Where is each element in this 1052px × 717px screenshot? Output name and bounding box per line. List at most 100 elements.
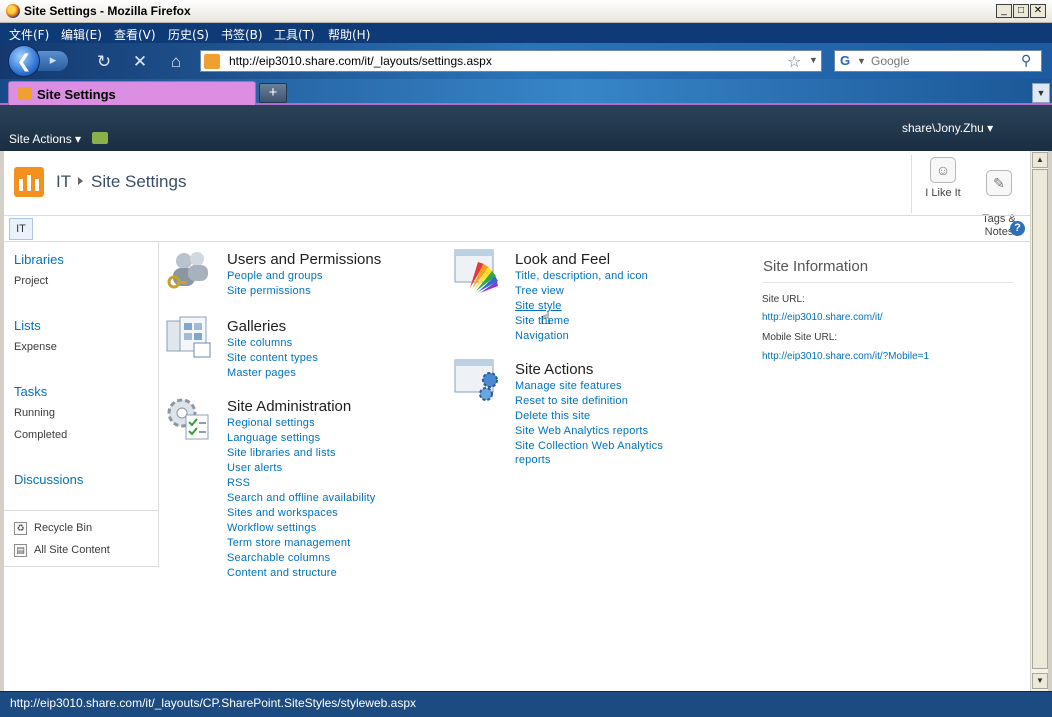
- tab-it[interactable]: IT: [9, 218, 33, 240]
- link-language-settings[interactable]: Language settings: [227, 432, 320, 444]
- link-site-libraries-lists[interactable]: Site libraries and lists: [227, 447, 336, 459]
- scroll-down-icon[interactable]: ▼: [1032, 673, 1048, 689]
- bookmark-star-icon[interactable]: ☆: [787, 52, 801, 72]
- search-input[interactable]: [871, 53, 1021, 69]
- link-tree-view[interactable]: Tree view: [515, 285, 564, 297]
- link-master-pages[interactable]: Master pages: [227, 367, 296, 379]
- link-site-web-analytics[interactable]: Site Web Analytics reports: [515, 425, 648, 437]
- nav-recycle-bin[interactable]: Recycle Bin: [34, 522, 92, 534]
- link-site-columns[interactable]: Site columns: [227, 337, 292, 349]
- site-logo[interactable]: [14, 167, 44, 197]
- status-text: http://eip3010.share.com/it/_layouts/CP.…: [10, 696, 417, 710]
- tab-list-button[interactable]: ▼: [1032, 83, 1050, 103]
- link-term-store[interactable]: Term store management: [227, 537, 350, 549]
- tab-label: Site Settings: [37, 87, 116, 102]
- back-button[interactable]: ❮: [8, 45, 40, 77]
- vertical-scrollbar[interactable]: ▲ ▼: [1030, 151, 1048, 691]
- link-sites-workspaces[interactable]: Sites and workspaces: [227, 507, 338, 519]
- link-workflow-settings[interactable]: Workflow settings: [227, 522, 316, 534]
- tab-site-settings[interactable]: Site Settings: [8, 81, 256, 105]
- site-favicon: [204, 54, 220, 69]
- search-box[interactable]: G ▼ ⚲: [834, 50, 1042, 72]
- link-searchable-columns[interactable]: Searchable columns: [227, 552, 330, 564]
- search-engine-dropdown-icon[interactable]: ▼: [857, 56, 866, 66]
- mobile-site-url-label: Mobile Site URL:: [762, 332, 838, 343]
- user-menu[interactable]: share\Jony.Zhu ▾: [902, 121, 993, 135]
- section-title-site-actions: Site Actions: [515, 361, 594, 378]
- menu-tools[interactable]: 工具(T): [274, 26, 315, 43]
- link-content-structure[interactable]: Content and structure: [227, 567, 337, 579]
- nav-lists[interactable]: Lists: [14, 318, 41, 333]
- tab-favicon: [18, 87, 32, 100]
- link-user-alerts[interactable]: User alerts: [227, 462, 282, 474]
- url-text[interactable]: http://eip3010.share.com/it/_layouts/set…: [229, 54, 492, 68]
- site-actions-icon: [454, 359, 498, 401]
- menu-bookmarks[interactable]: 书签(B): [221, 26, 263, 43]
- user-name: share\Jony.Zhu: [902, 121, 984, 135]
- maximize-button[interactable]: □: [1013, 4, 1029, 18]
- link-site-collection-web-analytics-reports[interactable]: reports: [515, 454, 551, 466]
- nav-all-site-content[interactable]: All Site Content: [34, 544, 110, 556]
- site-information-title: Site Information: [763, 258, 869, 275]
- galleries-icon: [166, 316, 211, 358]
- link-people-groups[interactable]: People and groups: [227, 270, 323, 282]
- link-site-permissions[interactable]: Site permissions: [227, 285, 311, 297]
- link-regional-settings[interactable]: Regional settings: [227, 417, 315, 429]
- all-content-icon: ▤: [14, 544, 27, 557]
- search-icon[interactable]: ⚲: [1021, 52, 1031, 69]
- link-site-content-types[interactable]: Site content types: [227, 352, 318, 364]
- url-bar[interactable]: http://eip3010.share.com/it/_layouts/set…: [200, 50, 822, 72]
- menu-help[interactable]: 帮助(H): [328, 26, 370, 43]
- menu-edit[interactable]: 编辑(E): [61, 26, 102, 43]
- nav-running[interactable]: Running: [14, 407, 55, 419]
- menu-bar: 文件(F) 编辑(E) 查看(V) 历史(S) 书签(B) 工具(T) 帮助(H…: [0, 23, 1052, 43]
- scroll-up-icon[interactable]: ▲: [1032, 152, 1048, 168]
- link-delete-site[interactable]: Delete this site: [515, 410, 590, 422]
- new-tab-button[interactable]: +: [259, 83, 287, 103]
- breadcrumb-site[interactable]: IT: [56, 172, 71, 192]
- link-site-style[interactable]: Site style: [515, 300, 562, 312]
- url-dropdown-icon[interactable]: ▼: [809, 55, 818, 65]
- section-title-galleries: Galleries: [227, 318, 287, 335]
- link-site-collection-web-analytics[interactable]: Site Collection Web Analytics: [515, 440, 663, 452]
- window-titlebar: Site Settings - Mozilla Firefox _ □ ✕: [0, 0, 1052, 23]
- menu-file[interactable]: 文件(F): [9, 26, 49, 43]
- menu-history[interactable]: 历史(S): [168, 26, 209, 43]
- mobile-site-url-link[interactable]: http://eip3010.share.com/it/?Mobile=1: [762, 351, 929, 362]
- link-rss[interactable]: RSS: [227, 477, 250, 489]
- nav-project[interactable]: Project: [14, 275, 48, 287]
- window-title: Site Settings - Mozilla Firefox: [24, 4, 191, 18]
- nav-tasks[interactable]: Tasks: [14, 384, 47, 399]
- forward-button[interactable]: ▸: [38, 51, 68, 71]
- nav-completed[interactable]: Completed: [14, 429, 67, 441]
- nav-libraries[interactable]: Libraries: [14, 252, 64, 267]
- reload-icon[interactable]: ↻: [94, 52, 114, 72]
- site-actions-menu[interactable]: Site Actions ▾: [9, 132, 81, 146]
- sharepoint-ribbon: Site Actions ▾ share\Jony.Zhu ▾: [0, 105, 1052, 151]
- scroll-thumb[interactable]: [1032, 169, 1048, 669]
- link-title-description-icon[interactable]: Title, description, and icon: [515, 270, 648, 282]
- site-url-link[interactable]: http://eip3010.share.com/it/: [762, 312, 883, 323]
- tab-strip: Site Settings + ▼: [0, 79, 1052, 105]
- link-search-offline[interactable]: Search and offline availability: [227, 492, 375, 504]
- link-navigation[interactable]: Navigation: [515, 330, 569, 342]
- menu-view[interactable]: 查看(V): [114, 26, 156, 43]
- nav-discussions[interactable]: Discussions: [14, 472, 83, 487]
- link-manage-site-features[interactable]: Manage site features: [515, 380, 622, 392]
- close-button[interactable]: ✕: [1030, 4, 1046, 18]
- nav-divider: [4, 510, 159, 511]
- recycle-bin-icon: ♻: [14, 522, 27, 535]
- navigate-up-icon[interactable]: [92, 132, 108, 144]
- home-icon[interactable]: ⌂: [166, 52, 186, 72]
- users-permissions-icon: [167, 252, 208, 289]
- stop-icon[interactable]: ✕: [130, 52, 150, 72]
- nav-expense[interactable]: Expense: [14, 341, 57, 353]
- link-reset-site-definition[interactable]: Reset to site definition: [515, 395, 628, 407]
- breadcrumb-separator-icon: [78, 177, 83, 185]
- google-icon[interactable]: G: [837, 53, 853, 69]
- site-actions-label: Site Actions: [9, 132, 72, 146]
- help-icon[interactable]: ?: [1010, 221, 1025, 236]
- site-information-divider: [763, 282, 1013, 283]
- quick-launch: Libraries Project Lists Expense Tasks Ru…: [4, 242, 159, 567]
- minimize-button[interactable]: _: [996, 4, 1012, 18]
